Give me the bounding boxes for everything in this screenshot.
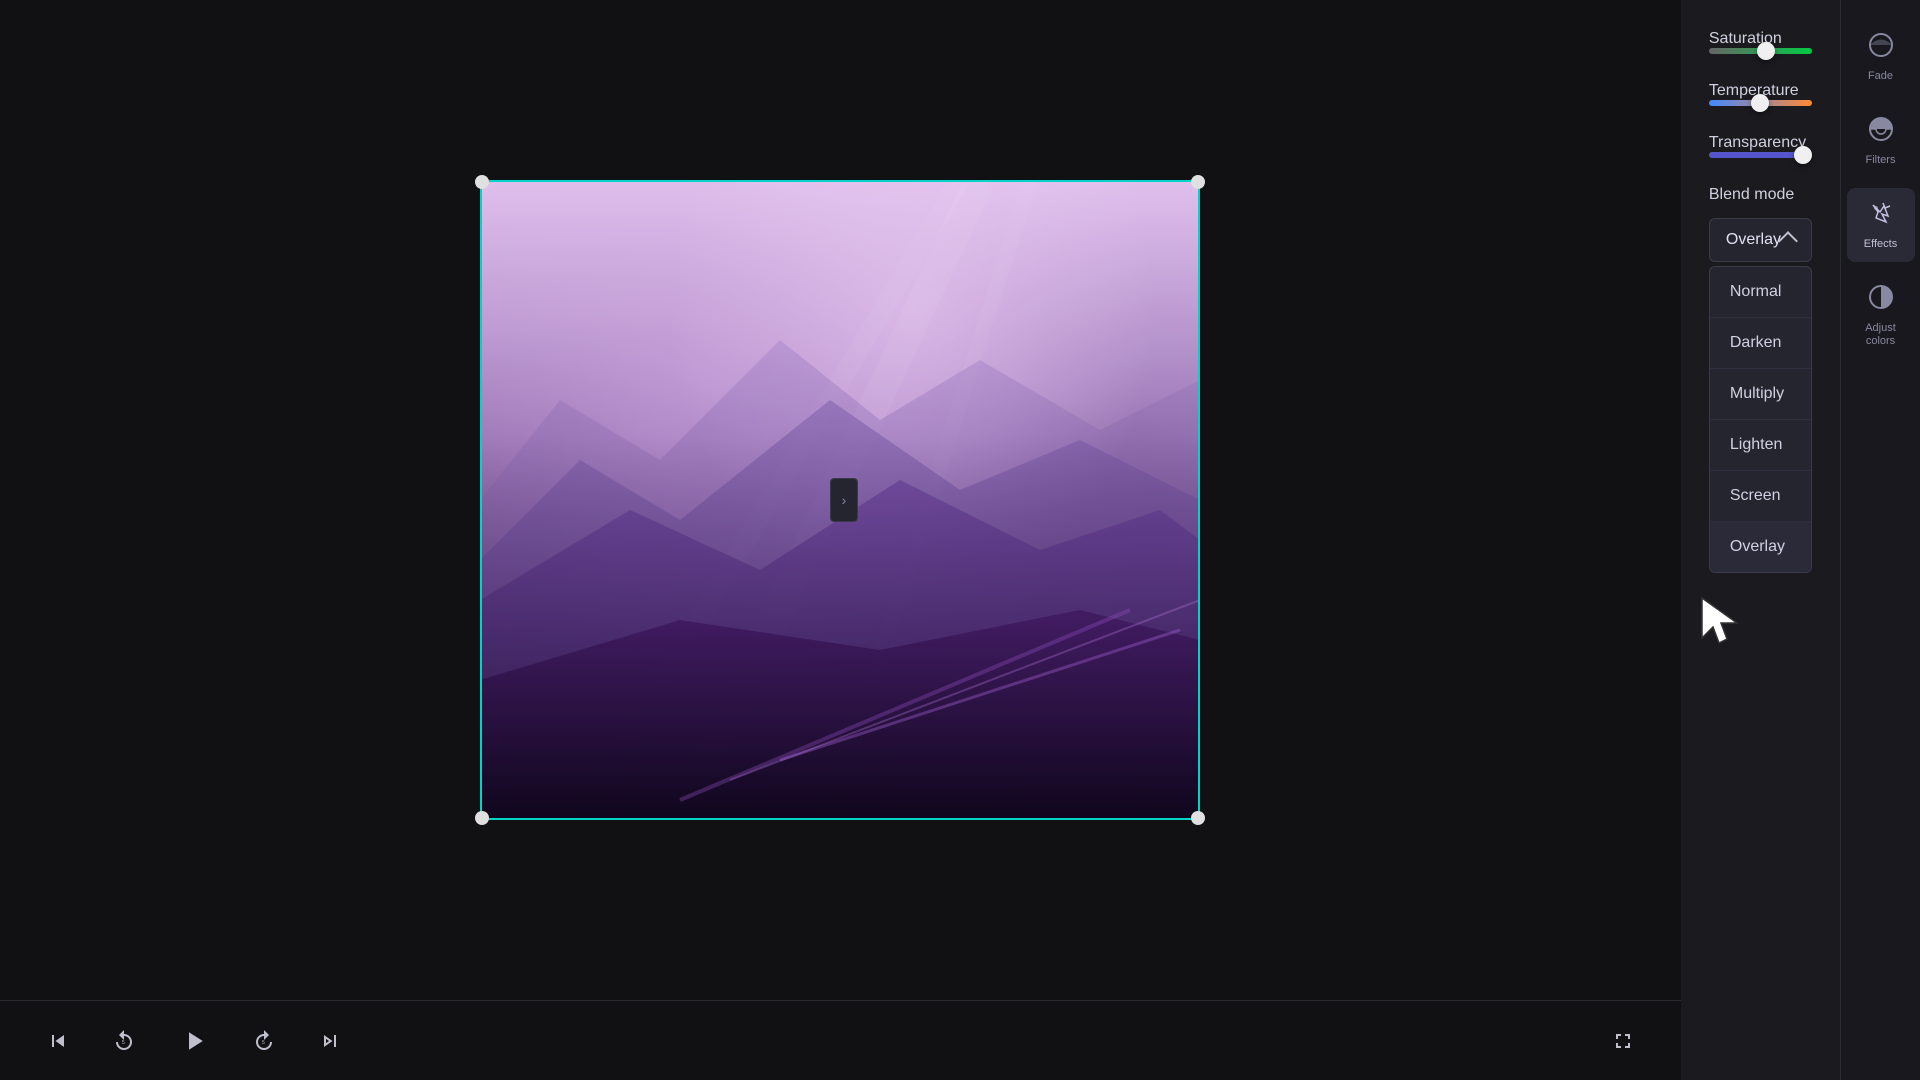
svg-text:5: 5 [122, 1040, 125, 1046]
video-area: › 5 [0, 0, 1681, 1080]
skip-back-icon [46, 1029, 70, 1053]
properties-panel: Saturation Temperature Transparency Blen… [1681, 0, 1840, 1080]
skip-forward-icon [318, 1029, 342, 1053]
temperature-thumb[interactable] [1751, 94, 1769, 112]
blend-dropdown: Normal Darken Multiply Lighten Screen Ov… [1709, 266, 1812, 573]
toolbar-item-filters[interactable]: Filters [1847, 104, 1915, 178]
blend-mode-label: Blend mode [1709, 186, 1812, 204]
fade-icon [1868, 32, 1894, 64]
saturation-control: Saturation [1709, 30, 1812, 54]
blend-mode-section: Blend mode Overlay Normal Darken Multipl… [1709, 186, 1812, 573]
play-icon [179, 1026, 209, 1056]
transparency-control: Transparency [1709, 134, 1812, 158]
panel-toolbar: Fade Filters [1840, 0, 1920, 1080]
blend-option-screen[interactable]: Screen [1710, 471, 1811, 522]
skip-back-button[interactable] [40, 1023, 76, 1059]
blend-option-darken[interactable]: Darken [1710, 318, 1811, 369]
transparency-thumb[interactable] [1794, 146, 1812, 164]
replay5-button[interactable]: 5 [106, 1023, 142, 1059]
transparency-slider[interactable] [1709, 152, 1812, 158]
toolbar-item-effects[interactable]: Effects [1847, 188, 1915, 262]
blend-mode-select[interactable]: Overlay [1709, 218, 1812, 262]
forward5-icon: 5 [252, 1029, 276, 1053]
chevron-right-icon: › [842, 492, 847, 508]
chevron-up-icon [1781, 231, 1795, 249]
blend-option-overlay[interactable]: Overlay [1710, 522, 1811, 572]
svg-text:5: 5 [262, 1040, 265, 1046]
saturation-slider[interactable] [1709, 48, 1812, 54]
filters-label: Filters [1866, 154, 1896, 166]
blend-mode-value: Overlay [1726, 231, 1781, 249]
panel-expand-button[interactable]: › [830, 478, 858, 522]
saturation-thumb[interactable] [1757, 42, 1775, 60]
temperature-control: Temperature [1709, 82, 1812, 106]
skip-forward-button[interactable] [312, 1023, 348, 1059]
filters-icon [1868, 116, 1894, 148]
adjust-colors-icon [1868, 284, 1894, 316]
playback-controls: 5 5 [0, 1000, 1681, 1080]
fade-label: Fade [1868, 70, 1893, 82]
blend-option-normal[interactable]: Normal [1710, 267, 1811, 318]
cursor-icon [1697, 593, 1752, 648]
temperature-slider[interactable] [1709, 100, 1812, 106]
replay5-icon: 5 [112, 1029, 136, 1053]
video-container: › [0, 0, 1681, 1000]
effects-label: Effects [1864, 238, 1897, 250]
fullscreen-icon [1611, 1029, 1635, 1053]
toolbar-item-fade[interactable]: Fade [1847, 20, 1915, 94]
blend-option-lighten[interactable]: Lighten [1710, 420, 1811, 471]
transparency-label: Transparency [1709, 134, 1806, 151]
adjust-colors-label: Adjust colors [1855, 322, 1907, 348]
blend-option-multiply[interactable]: Multiply [1710, 369, 1811, 420]
controls-left: 5 5 [40, 1019, 348, 1063]
toolbar-item-adjust-colors[interactable]: Adjust colors [1847, 272, 1915, 360]
panel-right-container: Saturation Temperature Transparency Blen… [1681, 0, 1920, 1080]
forward5-button[interactable]: 5 [246, 1023, 282, 1059]
play-button[interactable] [172, 1019, 216, 1063]
effects-icon [1868, 200, 1894, 232]
fullscreen-button[interactable] [1605, 1023, 1641, 1059]
